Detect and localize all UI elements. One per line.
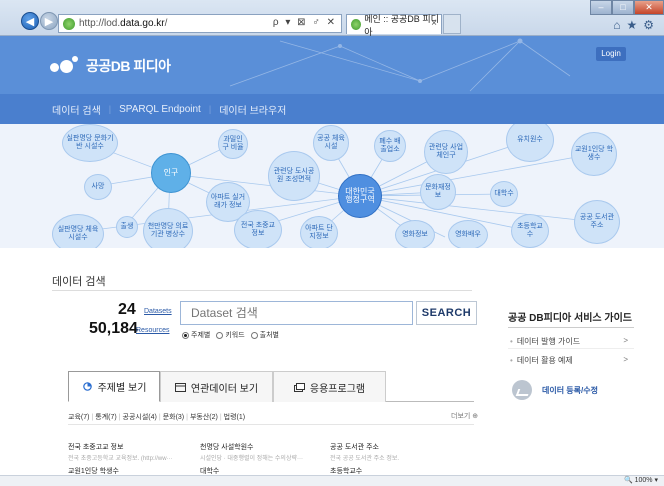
dataset-bubble-graph: 실판명당 문화기반 시설수 인구 과밀인구 비율 공공 체육시설 폐수 배출업소… <box>0 124 664 248</box>
radio-topic[interactable]: 주제별 <box>182 330 210 340</box>
app-icon <box>293 382 305 392</box>
tab-close-button[interactable]: × <box>431 18 437 29</box>
datasets-count: 24 <box>118 301 136 318</box>
address-bar[interactable]: http://lod.data.go.kr/ ρ ▾ ⊠ ♂ ✕ <box>58 14 342 33</box>
view-tabs: 주제별 보기 연관데이터 보기 응용프로그램 <box>68 371 474 402</box>
guide-link-publish[interactable]: 데이터 발행 가이드> <box>510 336 628 347</box>
bubble[interactable]: 대한민국 행정구역 <box>338 174 382 218</box>
bubble[interactable]: 대학수 <box>490 181 518 207</box>
brand-name: 공공DB 피디아 <box>86 58 171 74</box>
window-controls: – □ ✕ <box>590 0 664 15</box>
nav-sparql[interactable]: SPARQL Endpoint <box>119 104 201 115</box>
bubble[interactable]: 교원1인당 학생수 <box>571 132 617 176</box>
radio-empty-icon <box>216 331 224 339</box>
back-button[interactable]: ◀ <box>21 12 39 30</box>
maximize-button[interactable]: □ <box>612 0 634 15</box>
bubble[interactable]: 실판명당 체육시설수 <box>52 214 104 248</box>
dataset-item[interactable]: 천명당 사설학원수 시설인당 · 대중행렬이 정해는 수의상략··· <box>200 442 303 462</box>
forward-button[interactable]: ▶ <box>40 12 58 30</box>
bubble[interactable]: 관련당 사업체인구 <box>424 130 468 174</box>
nav-separator: | <box>108 104 112 114</box>
search-button[interactable]: SEARCH <box>416 301 477 325</box>
section-title: 데이터 검색 <box>52 276 106 288</box>
tab-topic-view[interactable]: 주제별 보기 <box>68 371 160 402</box>
section-divider <box>52 290 472 291</box>
nav-data-search[interactable]: 데이터 검색 <box>52 102 101 117</box>
new-tab-button[interactable] <box>443 14 461 34</box>
tab-title: 메인 :: 공공DB 피디아 <box>364 13 439 37</box>
radio-selected-icon <box>182 331 189 339</box>
site-header: 공공DB 피디아 Login <box>0 36 664 94</box>
minimize-button[interactable]: – <box>590 0 612 15</box>
category-link[interactable]: 교육(7) <box>68 412 89 422</box>
bubble[interactable]: 관련당 도시공원 조성면적 <box>268 151 320 201</box>
bubble[interactable]: 천만명당 의료기관 병상수 <box>143 208 193 248</box>
chart-icon[interactable] <box>512 380 532 400</box>
guide-item-divider <box>508 348 634 349</box>
nav-data-browser[interactable]: 데이터 브라우저 <box>219 102 286 117</box>
main-content: 데이터 검색 24 Datasets 50,184 Resources SEAR… <box>0 248 664 486</box>
bubble[interactable]: 영화배우 <box>448 220 488 248</box>
radio-keyword[interactable]: 키워드 <box>216 330 245 340</box>
guide-link-usage[interactable]: 데이터 활용 예제> <box>510 355 628 366</box>
bubble[interactable]: 초등학교수 <box>511 214 549 248</box>
category-divider <box>68 424 474 425</box>
dataset-item[interactable]: 전국 초중고교 정보 전국 초중고등학교 교육정보. (http://ww··· <box>68 442 173 462</box>
login-button[interactable]: Login <box>596 47 626 61</box>
bubble[interactable]: 문화재정보 <box>420 174 456 210</box>
bubble[interactable]: 영화정보 <box>395 220 435 248</box>
bubble[interactable]: 과밀인구 비율 <box>218 129 248 159</box>
dataset-item[interactable]: 공공 도서관 주소 전국 공공 도서관 주소 정보. <box>330 442 399 462</box>
category-link[interactable]: 법령(1) <box>224 412 245 422</box>
toolbar-icons[interactable]: ⌂★⚙ <box>613 18 660 32</box>
bubble[interactable]: 공공 체육시설 <box>313 125 349 161</box>
site-favicon-icon <box>63 17 75 30</box>
tab-favicon-icon <box>351 19 362 30</box>
more-plus-icon: ⊕ <box>472 413 479 420</box>
zoom-control[interactable]: 🔍 100% ▾ <box>624 476 658 484</box>
nav-separator: | <box>208 104 212 114</box>
bubble[interactable]: 전국 초중교 정보 <box>234 210 282 248</box>
site: 공공DB 피디아 Login 데이터 검색 | SPARQL Endpoint … <box>0 36 664 486</box>
globe-icon <box>82 382 92 391</box>
guide-title: 공공 DB피디아 서비스 가이드 <box>508 313 632 324</box>
guide-divider <box>508 327 634 328</box>
radio-empty-icon <box>250 331 258 339</box>
browser-chrome: ◀ ▶ http://lod.data.go.kr/ ρ ▾ ⊠ ♂ ✕ 메인 … <box>0 0 664 37</box>
header-decoration <box>229 38 571 92</box>
site-logo[interactable]: 공공DB 피디아 <box>50 56 171 76</box>
more-link[interactable]: 더보기 ⊕ <box>451 411 478 421</box>
bubble[interactable]: 인구 <box>151 153 191 193</box>
radio-source[interactable]: 출처별 <box>250 330 279 340</box>
bubble[interactable]: 사망 <box>84 174 112 200</box>
data-register-link[interactable]: 데이터 등록/수정 <box>542 385 598 396</box>
bubble[interactable]: 공공 도서관 주소 <box>574 200 620 244</box>
address-url: http://lod.data.go.kr/ <box>79 18 168 29</box>
resources-count: 50,184 <box>89 320 138 337</box>
search-mode-radios: 주제별 키워드 출처별 <box>182 330 279 340</box>
logo-icon <box>50 56 80 76</box>
bubble[interactable]: 출생 <box>116 216 138 238</box>
category-link[interactable]: 통계(7) <box>95 412 116 422</box>
category-filter: 교육(7) | 통계(7) | 공공시설(4) | 문화(3) | 부동산(2) | 법령… <box>68 412 246 422</box>
tab-applications[interactable]: 응용프로그램 <box>273 371 386 402</box>
category-link[interactable]: 부동산(2) <box>190 412 218 422</box>
tab-linked-data-view[interactable]: 연관데이터 보기 <box>160 371 273 402</box>
resources-link[interactable]: Resources <box>136 327 169 334</box>
browser-tab[interactable]: 메인 :: 공공DB 피디아 × <box>346 14 442 37</box>
close-window-button[interactable]: ✕ <box>634 0 664 15</box>
datasets-link[interactable]: Datasets <box>144 308 172 315</box>
browser-status-bar: 🔍 100% ▾ <box>0 475 664 486</box>
address-tools[interactable]: ρ ▾ ⊠ ♂ ✕ <box>273 17 337 28</box>
bubble[interactable]: 아파트 단지정보 <box>300 216 338 248</box>
category-link[interactable]: 문화(3) <box>163 412 184 422</box>
bubble[interactable]: 실판명당 문화기반 시설수 <box>62 124 118 162</box>
bubble[interactable]: 폐수 배출업소 <box>374 130 406 162</box>
window-icon <box>174 382 186 392</box>
category-link[interactable]: 공공시설(4) <box>123 412 157 422</box>
main-nav: 데이터 검색 | SPARQL Endpoint | 데이터 브라우저 <box>0 94 664 124</box>
dataset-search-input[interactable] <box>180 301 413 325</box>
